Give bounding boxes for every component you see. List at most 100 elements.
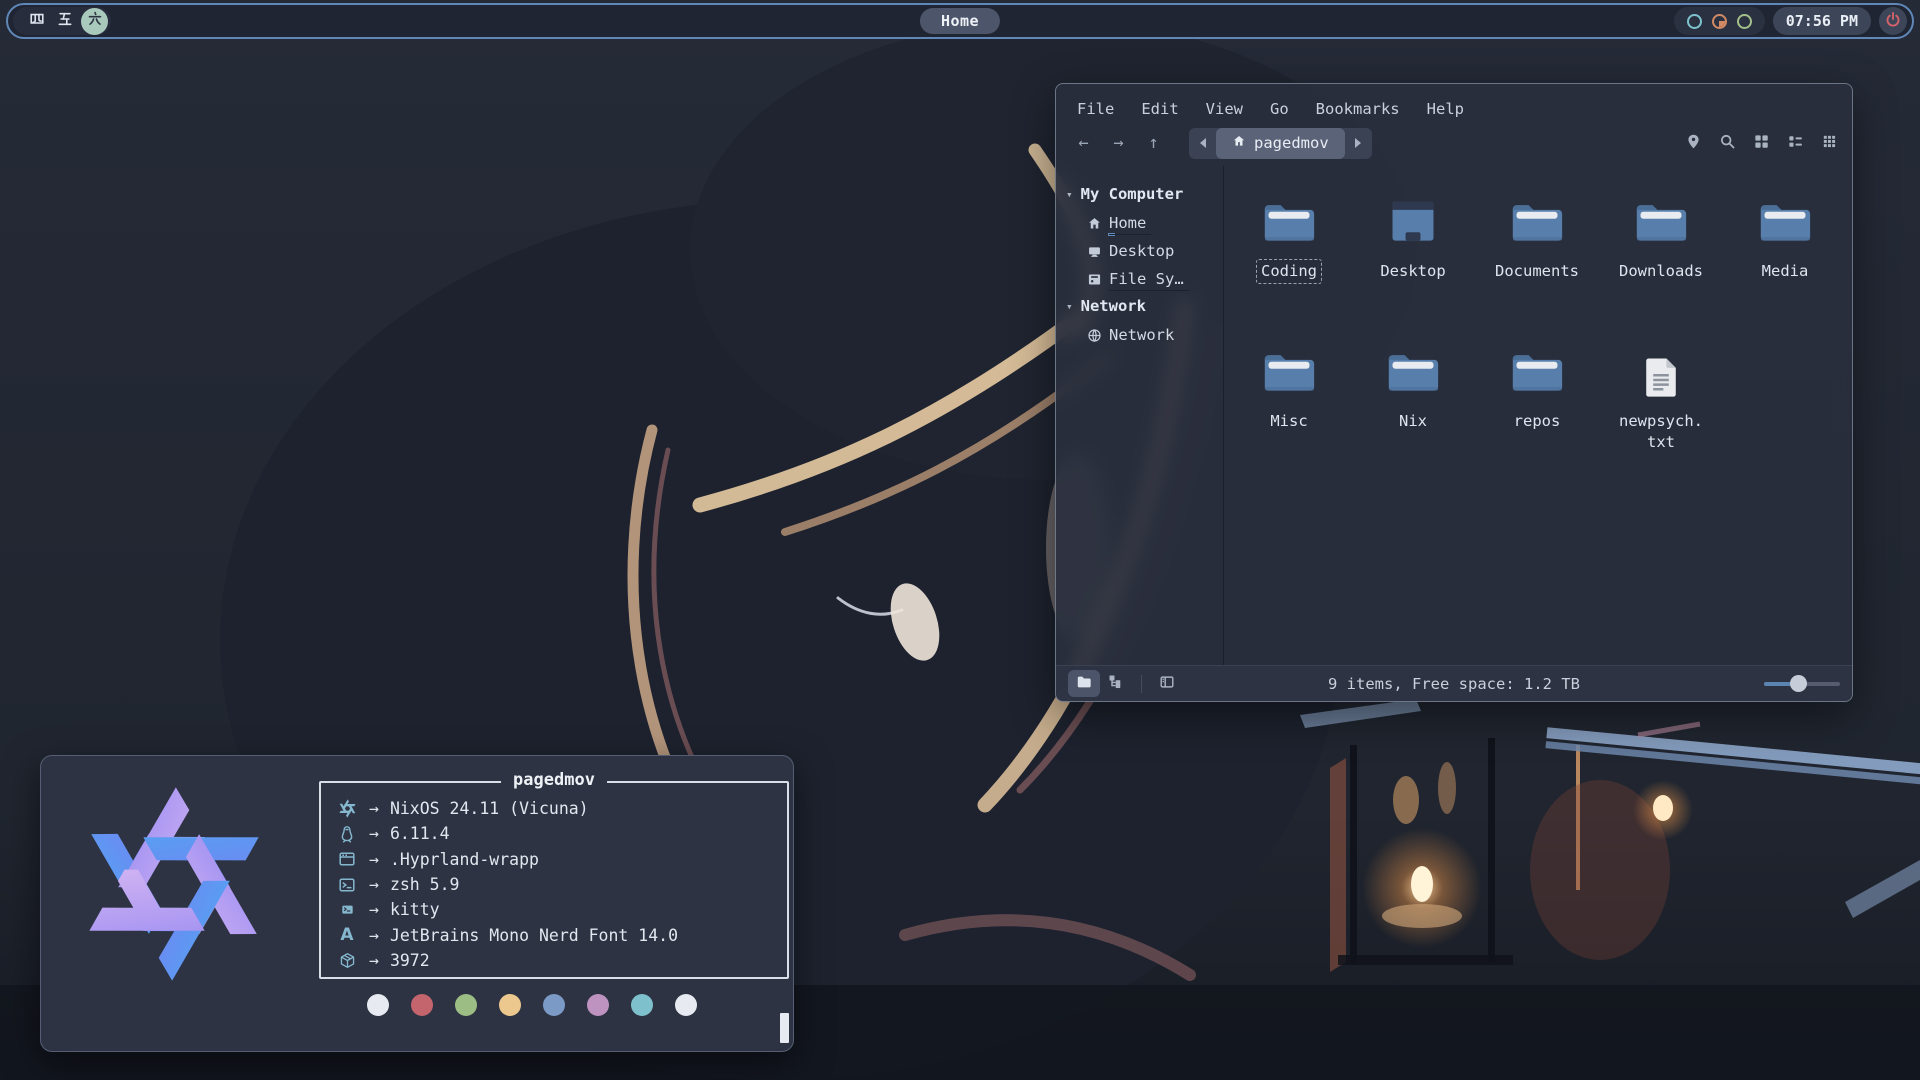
list-view-button[interactable] — [1787, 133, 1804, 154]
menu-bookmarks[interactable]: Bookmarks — [1316, 100, 1400, 118]
menu-help[interactable]: Help — [1427, 100, 1464, 118]
file-icon-area — [1262, 341, 1316, 403]
penguin-icon — [334, 825, 360, 843]
file-item-repos[interactable]: repos — [1475, 341, 1599, 491]
sidebar-section-network[interactable]: ▾Network — [1056, 292, 1223, 320]
fastfetch-row: →6.11.4 — [334, 821, 787, 846]
file-item-label: Misc — [1270, 411, 1307, 432]
path-tab-home[interactable]: pagedmov — [1216, 128, 1345, 159]
filesystem-icon — [1086, 272, 1102, 287]
sidebar-section-label: My Computer — [1081, 185, 1184, 203]
menu-bar: File Edit View Go Bookmarks Help — [1056, 84, 1852, 120]
sidebar-item-label: Desktop — [1109, 242, 1174, 260]
file-icon-area — [1510, 191, 1564, 253]
workspace-四[interactable] — [25, 9, 49, 33]
workspace-switcher[interactable] — [13, 7, 111, 35]
fastfetch-box: pagedmov →NixOS 24.11 (Vicuna)→6.11.4→.H… — [319, 781, 789, 979]
sidebar-section-my-computer[interactable]: ▾My Computer — [1056, 180, 1223, 208]
path-tab-label: pagedmov — [1254, 134, 1329, 152]
fastfetch-row: → NixOS 24.11 (Vicuna) — [334, 796, 787, 821]
file-item-nix[interactable]: Nix — [1351, 341, 1475, 491]
file-item-label: Media — [1762, 261, 1809, 282]
status-bar: 9 items, Free space: 1.2 TB — [1056, 665, 1852, 701]
menu-edit[interactable]: Edit — [1141, 100, 1178, 118]
folder-icon — [1386, 345, 1440, 403]
fastfetch-row: →.Hyprland-wrapp — [334, 847, 787, 872]
palette-dot-0 — [367, 994, 389, 1016]
arrow-icon: → — [369, 850, 379, 869]
arrow-icon: → — [369, 799, 379, 818]
file-item-newpsych-txt[interactable]: newpsych.​txt — [1599, 341, 1723, 491]
folder-icon — [1510, 195, 1564, 253]
teal-ring[interactable] — [1687, 14, 1702, 29]
palette-dot-6 — [631, 994, 653, 1016]
path-scroll-right-button[interactable] — [1345, 128, 1372, 159]
grid-view-button[interactable] — [1753, 133, 1770, 154]
file-item-downloads[interactable]: Downloads — [1599, 191, 1723, 341]
fastfetch-value: NixOS 24.11 (Vicuna) — [390, 799, 589, 818]
hanzi-4 — [29, 11, 45, 31]
home-icon — [1232, 134, 1246, 152]
terminal-cursor — [780, 1013, 789, 1043]
sidebar-section-label: Network — [1081, 297, 1146, 315]
file-item-label: Downloads — [1619, 261, 1703, 282]
file-item-misc[interactable]: Misc — [1227, 341, 1351, 491]
search-button[interactable] — [1719, 133, 1736, 154]
up-arrow-icon: ↑ — [1148, 133, 1158, 153]
slider-handle[interactable] — [1790, 675, 1807, 692]
toggle-side-pane-button[interactable] — [1151, 670, 1183, 697]
file-icon-area — [1758, 191, 1812, 253]
folder-icon — [1262, 195, 1316, 253]
arrow-icon: → — [369, 951, 379, 970]
tray: 07:56 PM — [1674, 7, 1907, 35]
file-item-media[interactable]: Media — [1723, 191, 1847, 341]
path-scroll-left-button[interactable] — [1189, 128, 1216, 159]
palette-dot-4 — [543, 994, 565, 1016]
file-item-label: Desktop — [1380, 261, 1445, 282]
green-ring[interactable] — [1737, 14, 1752, 29]
menu-view[interactable]: View — [1206, 100, 1243, 118]
sidebar-item-home[interactable]: Home — [1056, 208, 1223, 236]
search-icon — [1719, 133, 1736, 154]
font-icon: A — [334, 925, 360, 945]
file-icon-area — [1386, 341, 1440, 403]
file-item-coding[interactable]: Coding — [1227, 191, 1351, 341]
sidebar-item-network[interactable]: Network — [1056, 320, 1223, 348]
fastfetch-value: 3972 — [390, 951, 430, 970]
file-icon-area — [1386, 191, 1440, 253]
file-item-label: Documents — [1495, 261, 1579, 282]
menu-go[interactable]: Go — [1270, 100, 1289, 118]
sidebar-item-filesy[interactable]: File Sy… — [1056, 264, 1223, 292]
sidebar-item-desktop[interactable]: Desktop — [1056, 236, 1223, 264]
toolbar-right-icons — [1685, 133, 1838, 154]
file-manager-window: File Edit View Go Bookmarks Help ← → ↑ pagedm… — [1055, 83, 1853, 702]
icon-zoom-slider[interactable] — [1764, 670, 1840, 697]
show-tree-button[interactable] — [1100, 670, 1132, 697]
fastfetch-value: kitty — [390, 900, 440, 919]
orange-ring[interactable] — [1712, 14, 1727, 29]
terminal-filled-icon — [334, 902, 360, 917]
workspace-六[interactable] — [81, 8, 108, 35]
show-places-button[interactable] — [1068, 670, 1100, 697]
location-pin-button[interactable] — [1685, 133, 1702, 154]
menu-file[interactable]: File — [1077, 100, 1114, 118]
package-icon — [334, 952, 360, 969]
status-indicators[interactable] — [1674, 7, 1765, 35]
clock[interactable]: 07:56 PM — [1773, 7, 1871, 35]
compact-view-button[interactable] — [1821, 133, 1838, 154]
nix-snowflake-icon — [334, 799, 360, 818]
forward-button[interactable]: → — [1105, 130, 1132, 156]
power-button[interactable] — [1879, 7, 1907, 35]
toolbar: ← → ↑ pagedmov — [1056, 120, 1852, 166]
sidebar: ▾My ComputerHomeDesktopFile Sy…▾NetworkN… — [1056, 166, 1224, 665]
sidebar-item-label: Network — [1109, 326, 1174, 344]
fastfetch-value: 6.11.4 — [390, 824, 450, 843]
file-item-documents[interactable]: Documents — [1475, 191, 1599, 341]
back-button[interactable]: ← — [1070, 130, 1097, 156]
statusbar-divider — [1141, 675, 1142, 693]
file-item-desktop[interactable]: Desktop — [1351, 191, 1475, 341]
compact-view-icon — [1821, 133, 1838, 154]
up-button[interactable]: ↑ — [1140, 130, 1167, 156]
workspace-五[interactable] — [53, 9, 77, 33]
chevron-left-icon — [1200, 138, 1206, 148]
